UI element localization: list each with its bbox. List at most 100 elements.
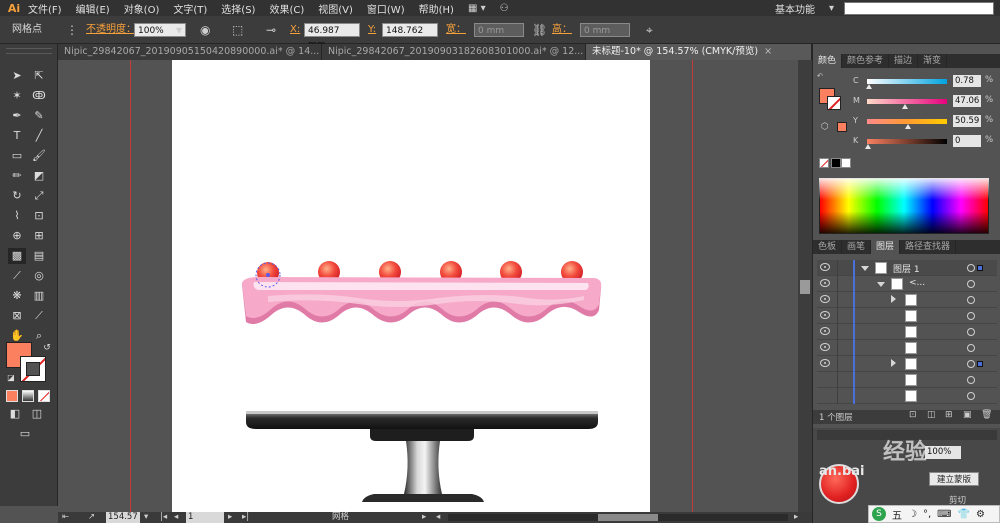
magenta-slider[interactable]: M 47.06 % xyxy=(853,94,999,110)
black-field[interactable]: 0 xyxy=(953,135,981,147)
tab-color[interactable]: 颜色 xyxy=(813,54,843,68)
width-tool-icon[interactable]: ⌇ xyxy=(8,208,26,224)
link-icon[interactable]: ⛓ xyxy=(532,23,547,37)
new-sublayer-icon[interactable]: ⊞ xyxy=(945,410,953,420)
swap-icon[interactable]: ↺ xyxy=(38,340,56,356)
cake-stand[interactable] xyxy=(246,411,598,502)
y-field[interactable]: 148.762 xyxy=(382,23,438,37)
cyan-thumb[interactable] xyxy=(866,84,872,89)
yellow-thumb[interactable] xyxy=(905,124,911,129)
zoom-field[interactable]: 154.57 xyxy=(106,512,140,523)
menu-edit[interactable]: 编辑(E) xyxy=(76,1,110,16)
eye-icon[interactable] xyxy=(820,279,830,287)
black-thumb[interactable] xyxy=(865,144,871,149)
height-field[interactable]: 0 mm xyxy=(580,23,630,37)
shape-builder-tool-icon[interactable]: ⊕ xyxy=(8,228,26,244)
icing[interactable] xyxy=(242,277,602,324)
width-field[interactable]: 0 mm xyxy=(474,23,524,37)
black-slider[interactable]: K 0 % xyxy=(853,134,999,150)
tab-brushes[interactable]: 画笔 xyxy=(842,240,872,254)
chevron-down-icon[interactable]: ▾ xyxy=(829,3,834,14)
transform-icon[interactable]: ⬚ xyxy=(232,23,243,37)
direct-selection-tool-icon[interactable]: ⇱ xyxy=(30,68,48,84)
prev-artboard-icon[interactable]: ◂ xyxy=(174,512,178,523)
artboard-nav-icon[interactable]: ↗ xyxy=(88,512,95,523)
expand-icon[interactable] xyxy=(891,295,896,303)
grip-icon[interactable] xyxy=(6,48,52,54)
expand-icon[interactable] xyxy=(891,359,896,367)
selection-indicator[interactable] xyxy=(977,361,983,367)
group-name[interactable]: <... xyxy=(909,278,925,288)
target-icon[interactable] xyxy=(967,360,975,368)
clipping-mask-icon[interactable]: ◫ xyxy=(927,410,936,420)
vertical-scrollbar[interactable] xyxy=(798,60,812,512)
menu-file[interactable]: 文件(F) xyxy=(28,1,62,16)
gear-icon[interactable]: ⚙ xyxy=(976,509,985,520)
trash-icon[interactable]: 🗑 xyxy=(981,410,992,420)
cyan-field[interactable]: 0.78 xyxy=(953,75,981,87)
color-mode-icon[interactable] xyxy=(6,390,18,402)
tab-gradient[interactable]: 渐变 xyxy=(918,54,948,68)
layer-row[interactable] xyxy=(817,324,997,340)
expand-icon[interactable] xyxy=(877,282,885,287)
stroke-swatch[interactable] xyxy=(20,356,46,382)
yellow-slider[interactable]: Y 50.59 % xyxy=(853,114,999,130)
tab-color-guide[interactable]: 颜色参考 xyxy=(842,54,890,68)
punctuation-icon[interactable]: °, xyxy=(923,509,931,520)
gradient-tool-icon[interactable]: ▤ xyxy=(30,248,48,264)
none-swatch[interactable] xyxy=(819,158,829,168)
status-mode-label[interactable]: 网格 xyxy=(332,512,349,523)
eye-icon[interactable] xyxy=(820,343,830,351)
magenta-thumb[interactable] xyxy=(902,104,908,109)
transparency-opacity-field[interactable]: 100% xyxy=(925,446,961,459)
eye-icon[interactable] xyxy=(820,327,830,335)
panel-stroke-swatch[interactable] xyxy=(827,96,841,110)
layer-name[interactable]: 图层 1 xyxy=(893,262,920,275)
pencil-tool-icon[interactable]: ✏ xyxy=(8,168,26,184)
layer-row[interactable] xyxy=(817,356,997,372)
gamut-swatch[interactable] xyxy=(837,122,847,132)
tab-document-1[interactable]: Nipic_29842067_20190905150420890000.ai* … xyxy=(58,44,322,60)
menu-object[interactable]: 对象(O) xyxy=(124,1,160,16)
scrollbar-thumb[interactable] xyxy=(598,514,658,521)
eye-icon[interactable] xyxy=(820,295,830,303)
chevron-down-icon[interactable]: ▾ xyxy=(176,23,182,37)
target-icon[interactable] xyxy=(967,344,975,352)
horizontal-scrollbar[interactable] xyxy=(448,514,788,521)
target-icon[interactable] xyxy=(967,280,975,288)
cyan-slider[interactable]: C 0.78 % xyxy=(853,74,999,90)
free-transform-tool-icon[interactable]: ⊡ xyxy=(30,208,48,224)
layer-row[interactable] xyxy=(817,292,997,308)
hscroll-right-icon[interactable]: ▸ xyxy=(794,512,798,523)
tab-document-3[interactable]: 未标题-10* @ 154.57% (CMYK/预览) × xyxy=(586,44,812,60)
layer-row-group[interactable]: <... xyxy=(817,276,997,292)
eye-icon[interactable] xyxy=(820,311,830,319)
layer-row[interactable] xyxy=(817,308,997,324)
align-icon[interactable]: ⊸ xyxy=(266,23,276,37)
scrollbar-thumb[interactable] xyxy=(800,280,810,294)
tab-pathfinder[interactable]: 路径查找器 xyxy=(900,240,957,254)
hscroll-left-icon[interactable]: ◂ xyxy=(436,512,440,523)
x-label[interactable]: X: xyxy=(290,23,300,37)
eyedropper-tool-icon[interactable]: ⟋ xyxy=(8,268,26,284)
layer-row[interactable] xyxy=(817,388,997,404)
selection-tool-icon[interactable]: ➤ xyxy=(8,68,26,84)
eraser-tool-icon[interactable]: ◩ xyxy=(30,168,48,184)
menu-type[interactable]: 文字(T) xyxy=(173,1,207,16)
make-mask-button[interactable]: 建立蒙版 xyxy=(929,472,979,486)
selection-indicator[interactable] xyxy=(977,265,983,271)
locate-object-icon[interactable]: ⊡ xyxy=(909,410,917,420)
type-tool-icon[interactable]: T xyxy=(8,128,26,144)
tab-swatches[interactable]: 色板 xyxy=(813,240,843,254)
target-icon[interactable] xyxy=(967,392,975,400)
scale-tool-icon[interactable]: ⤢ xyxy=(30,188,48,204)
white-swatch[interactable] xyxy=(841,158,851,168)
cube-icon[interactable]: ⬡ xyxy=(821,122,829,132)
moon-icon[interactable]: ☽ xyxy=(908,509,917,520)
reset-icon[interactable]: ↶ xyxy=(817,72,825,80)
mesh-tool-icon[interactable]: ▩ xyxy=(8,248,26,264)
magenta-field[interactable]: 47.06 xyxy=(953,95,981,107)
tab-stroke[interactable]: 描边 xyxy=(889,54,919,68)
isolate-icon[interactable]: ⌖ xyxy=(646,23,653,37)
cake-illustration[interactable] xyxy=(58,60,798,512)
